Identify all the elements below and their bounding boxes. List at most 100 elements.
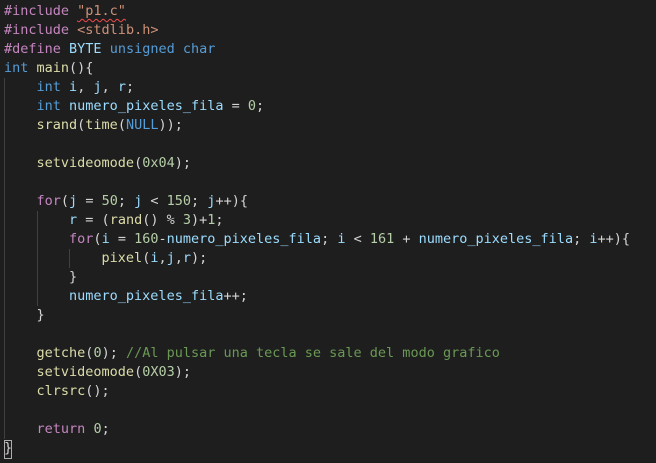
code-line[interactable]: setvideomode(0X03);: [4, 363, 656, 382]
indent-guide: [4, 382, 5, 401]
code-line[interactable]: clrsrc();: [4, 382, 656, 401]
code-line[interactable]: int main(){: [4, 59, 656, 78]
code-line[interactable]: }: [4, 439, 656, 458]
code-token: 150: [166, 193, 192, 209]
code-token: unsigned: [109, 41, 175, 57]
code-token: ;: [256, 98, 265, 114]
code-token: numero_pixeles_fila: [69, 288, 224, 304]
code-token: <stdlib.h>: [77, 22, 159, 38]
code-line[interactable]: }: [4, 268, 656, 287]
indent-guide: [4, 230, 5, 249]
code-token: for: [69, 231, 94, 247]
code-token: i: [101, 231, 110, 247]
code-token: setvideomode: [36, 364, 135, 380]
indent-guide: [36, 287, 38, 306]
code-token: ,: [77, 79, 94, 95]
code-token: ();: [85, 383, 110, 399]
indent-guide: [4, 135, 5, 154]
code-line[interactable]: return 0;: [4, 420, 656, 439]
code-token: 161: [369, 231, 395, 247]
indent-guide: [4, 192, 5, 211]
code-token: 160: [134, 231, 159, 247]
code-line[interactable]: #define BYTE unsigned char: [4, 40, 656, 59]
code-token: ,: [101, 79, 118, 95]
code-token: (: [134, 155, 143, 171]
code-token: r: [69, 212, 78, 228]
code-line[interactable]: [4, 173, 656, 192]
indent-guide: [4, 97, 5, 116]
indent-guide: [4, 401, 5, 420]
code-line[interactable]: pixel(i,j,r);: [4, 249, 656, 268]
code-token: (){: [69, 60, 94, 76]
code-line[interactable]: #include <stdlib.h>: [4, 21, 656, 40]
code-line[interactable]: for(i = 160-numero_pixeles_fila; i < 161…: [4, 230, 656, 249]
code-token: =: [109, 231, 135, 247]
code-editor[interactable]: #include "p1.c" #include <stdlib.h> #defin…: [0, 0, 656, 463]
code-area[interactable]: #include "p1.c" #include <stdlib.h> #defin…: [4, 2, 656, 458]
code-token: -: [158, 231, 167, 247]
code-token: ++){: [597, 231, 630, 247]
code-line[interactable]: setvideomode(0x04);: [4, 154, 656, 173]
code-token: ;: [126, 79, 135, 95]
code-token: 3: [182, 212, 191, 228]
code-token: return: [36, 421, 86, 437]
code-token: numero_pixeles_fila: [69, 98, 224, 114]
code-token: BYTE: [69, 41, 102, 57]
indent-guide: [4, 211, 5, 230]
indent-guide: [36, 268, 38, 287]
code-token: numero_pixeles_fila: [166, 231, 322, 247]
code-line[interactable]: int i, j, r;: [4, 78, 656, 97]
code-line[interactable]: int numero_pixeles_fila = 0;: [4, 97, 656, 116]
indent-guide: [4, 268, 5, 287]
code-token: clrsrc: [36, 383, 86, 399]
code-token: j: [93, 79, 102, 95]
code-token: ,: [174, 250, 183, 266]
code-token: int: [36, 98, 61, 114]
code-token: ;: [117, 193, 135, 209]
code-token: );: [174, 364, 191, 380]
code-token: = (: [77, 212, 110, 228]
code-line[interactable]: [4, 135, 656, 154]
code-token: "p1.c": [77, 3, 126, 19]
code-line[interactable]: #include "p1.c": [4, 2, 656, 21]
code-token: 0: [93, 345, 102, 361]
code-token: ++){: [215, 193, 248, 209]
code-token: r: [117, 79, 126, 95]
code-token: //Al pulsar una tecla se sale del modo g…: [125, 345, 500, 361]
code-line[interactable]: [4, 401, 656, 420]
code-line[interactable]: r = (rand() % 3)+1;: [4, 211, 656, 230]
indent-guide: [4, 306, 5, 325]
code-token: #include: [4, 3, 70, 19]
code-line[interactable]: srand(time(NULL));: [4, 116, 656, 135]
indent-guide: [4, 363, 5, 382]
code-token: setvideomode: [36, 155, 135, 171]
indent-guide: [69, 249, 71, 268]
code-token: time: [85, 117, 118, 133]
code-token: ;: [191, 193, 208, 209]
indent-guide: [4, 420, 5, 439]
code-line[interactable]: for(j = 50; j < 150; j++){: [4, 192, 656, 211]
code-line[interactable]: numero_pixeles_fila++;: [4, 287, 656, 306]
code-token: }: [4, 307, 45, 323]
code-token: );: [174, 155, 191, 171]
code-token: int: [4, 60, 29, 76]
code-token: <: [345, 231, 370, 247]
code-token: )+: [190, 212, 208, 228]
code-token: );: [191, 250, 208, 266]
indent-guide: [4, 344, 5, 363]
indent-guide: [4, 249, 5, 268]
code-line[interactable]: }: [4, 306, 656, 325]
code-line[interactable]: [4, 325, 656, 344]
code-token: 0: [93, 421, 102, 437]
code-token: ;: [101, 421, 110, 437]
code-token: NULL: [125, 117, 159, 133]
code-line[interactable]: getche(0); //Al pulsar una tecla se sale…: [4, 344, 656, 363]
